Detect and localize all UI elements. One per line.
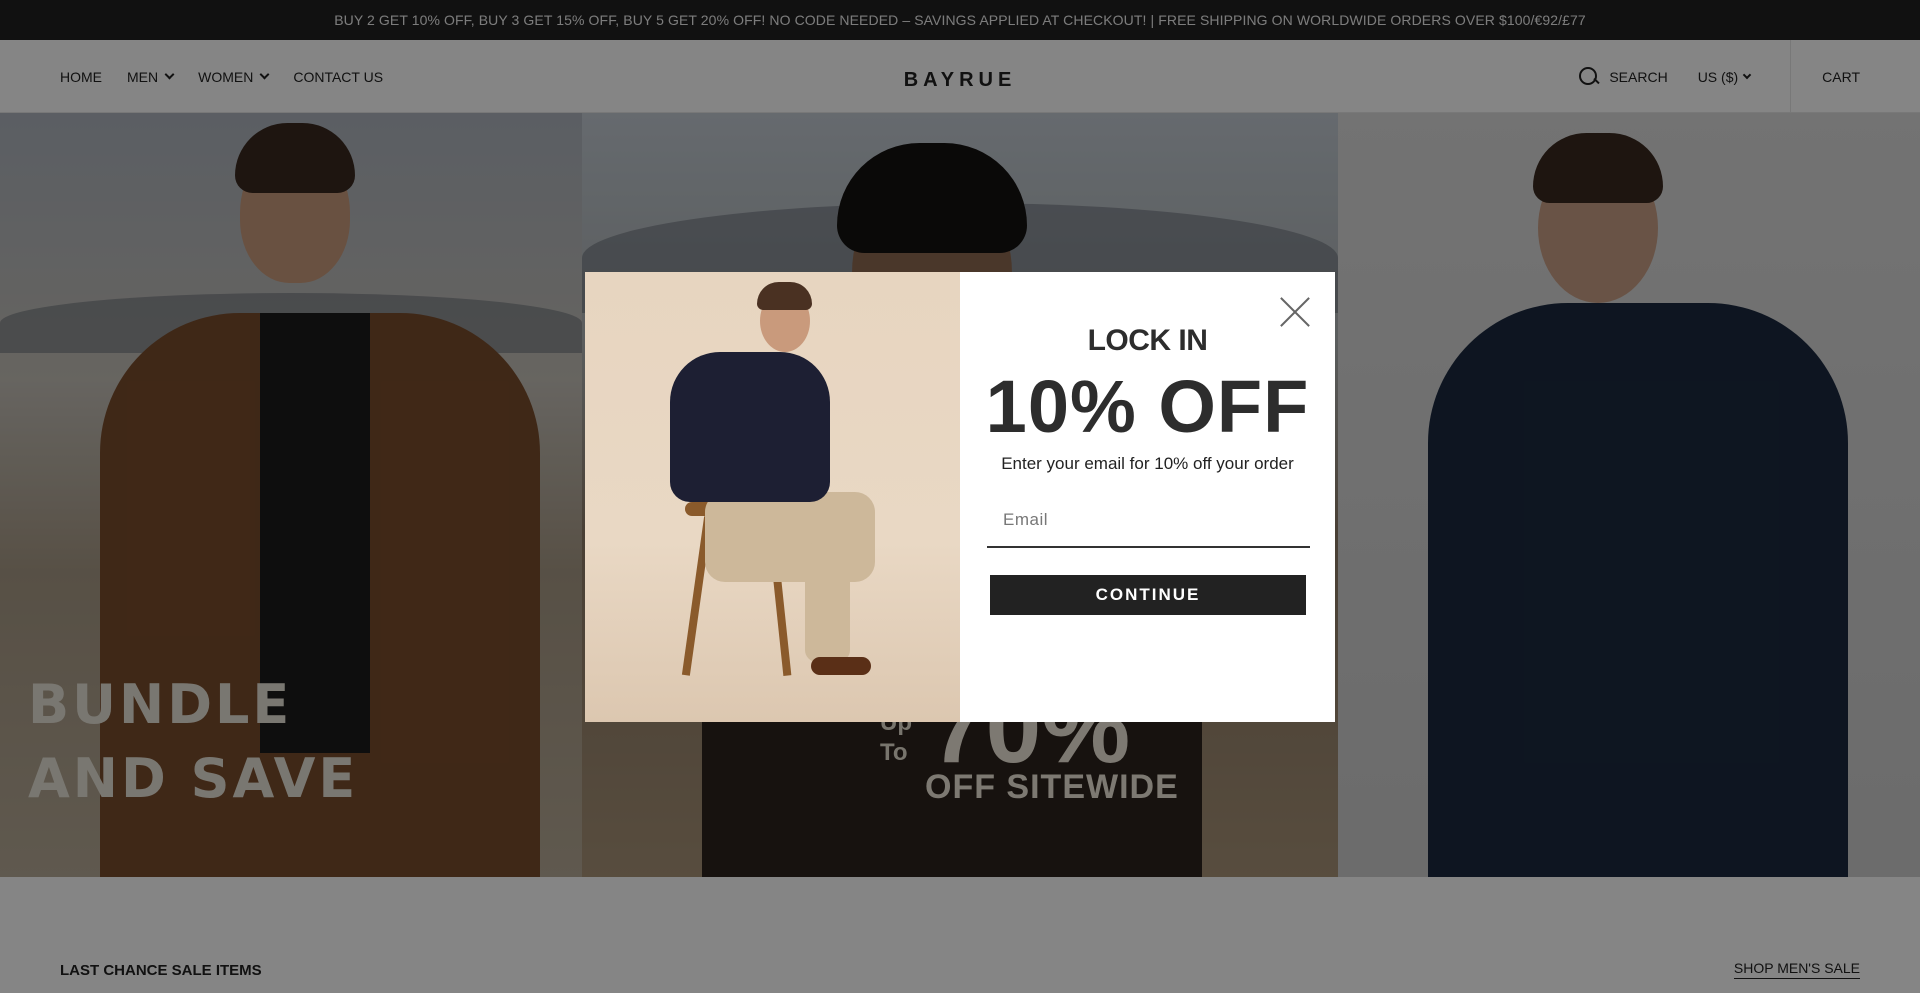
modal-offer: 10% OFF bbox=[985, 365, 1310, 448]
model-shoe bbox=[811, 657, 871, 675]
model-hair bbox=[757, 282, 812, 310]
email-signup-modal: LOCK IN 10% OFF Enter your email for 10%… bbox=[585, 272, 1335, 722]
modal-heading: LOCK IN bbox=[1087, 324, 1208, 357]
modal-image bbox=[585, 272, 960, 722]
email-field[interactable] bbox=[987, 494, 1310, 548]
modal-subtext: Enter your email for 10% off your order bbox=[1001, 454, 1294, 473]
model-sweater bbox=[670, 352, 830, 502]
model-leg bbox=[805, 542, 850, 662]
modal-form: LOCK IN 10% OFF Enter your email for 10%… bbox=[960, 272, 1335, 722]
continue-button[interactable]: CONTINUE bbox=[990, 575, 1306, 615]
